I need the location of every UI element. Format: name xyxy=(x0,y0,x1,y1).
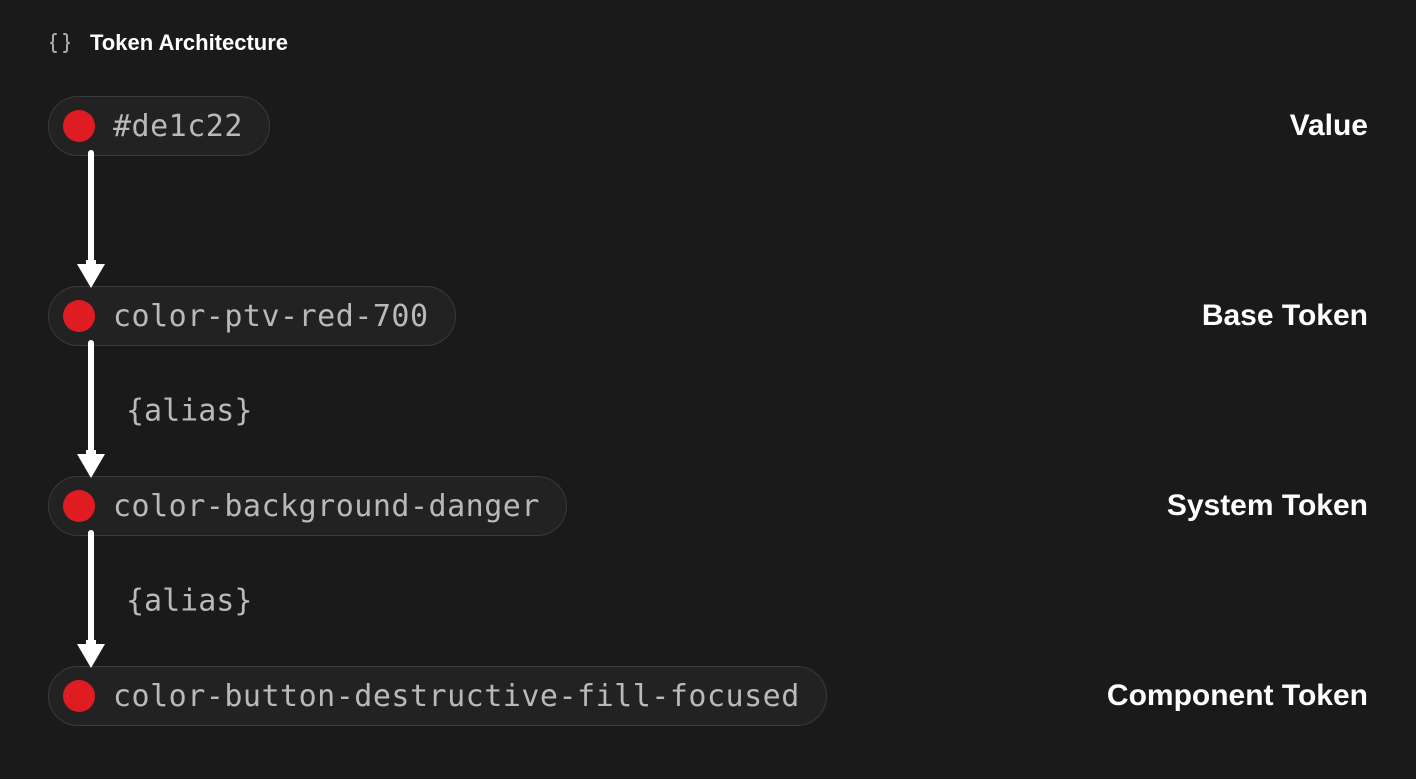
token-pill-system: color-background-danger xyxy=(48,476,567,536)
connector: {alias} xyxy=(78,536,1368,666)
level-row-value: #de1c22 Value xyxy=(48,96,1368,156)
alias-label: {alias} xyxy=(126,394,252,429)
token-text: color-button-destructive-fill-focused xyxy=(113,679,800,714)
level-row-base: color-ptv-red-700 Base Token xyxy=(48,286,1368,346)
level-label-system: System Token xyxy=(1167,489,1368,523)
token-pill-base: color-ptv-red-700 xyxy=(48,286,456,346)
token-pill-component: color-button-destructive-fill-focused xyxy=(48,666,827,726)
level-label-value: Value xyxy=(1290,109,1368,143)
color-swatch xyxy=(63,680,95,712)
token-text: color-ptv-red-700 xyxy=(113,299,429,334)
token-text: #de1c22 xyxy=(113,109,243,144)
color-swatch xyxy=(63,110,95,142)
connector xyxy=(78,156,1368,286)
level-row-component: color-button-destructive-fill-focused Co… xyxy=(48,666,1368,726)
braces-icon xyxy=(48,31,72,55)
connector: {alias} xyxy=(78,346,1368,476)
level-row-system: color-background-danger System Token xyxy=(48,476,1368,536)
color-swatch xyxy=(63,300,95,332)
level-label-base: Base Token xyxy=(1202,299,1368,333)
alias-label: {alias} xyxy=(126,584,252,619)
level-label-component: Component Token xyxy=(1107,679,1368,713)
token-pill-value: #de1c22 xyxy=(48,96,270,156)
diagram-header: Token Architecture xyxy=(48,30,1368,56)
page-title: Token Architecture xyxy=(90,30,288,56)
color-swatch xyxy=(63,490,95,522)
token-text: color-background-danger xyxy=(113,489,540,524)
token-architecture-diagram: #de1c22 Value color-ptv-red-700 Base Tok… xyxy=(48,96,1368,726)
